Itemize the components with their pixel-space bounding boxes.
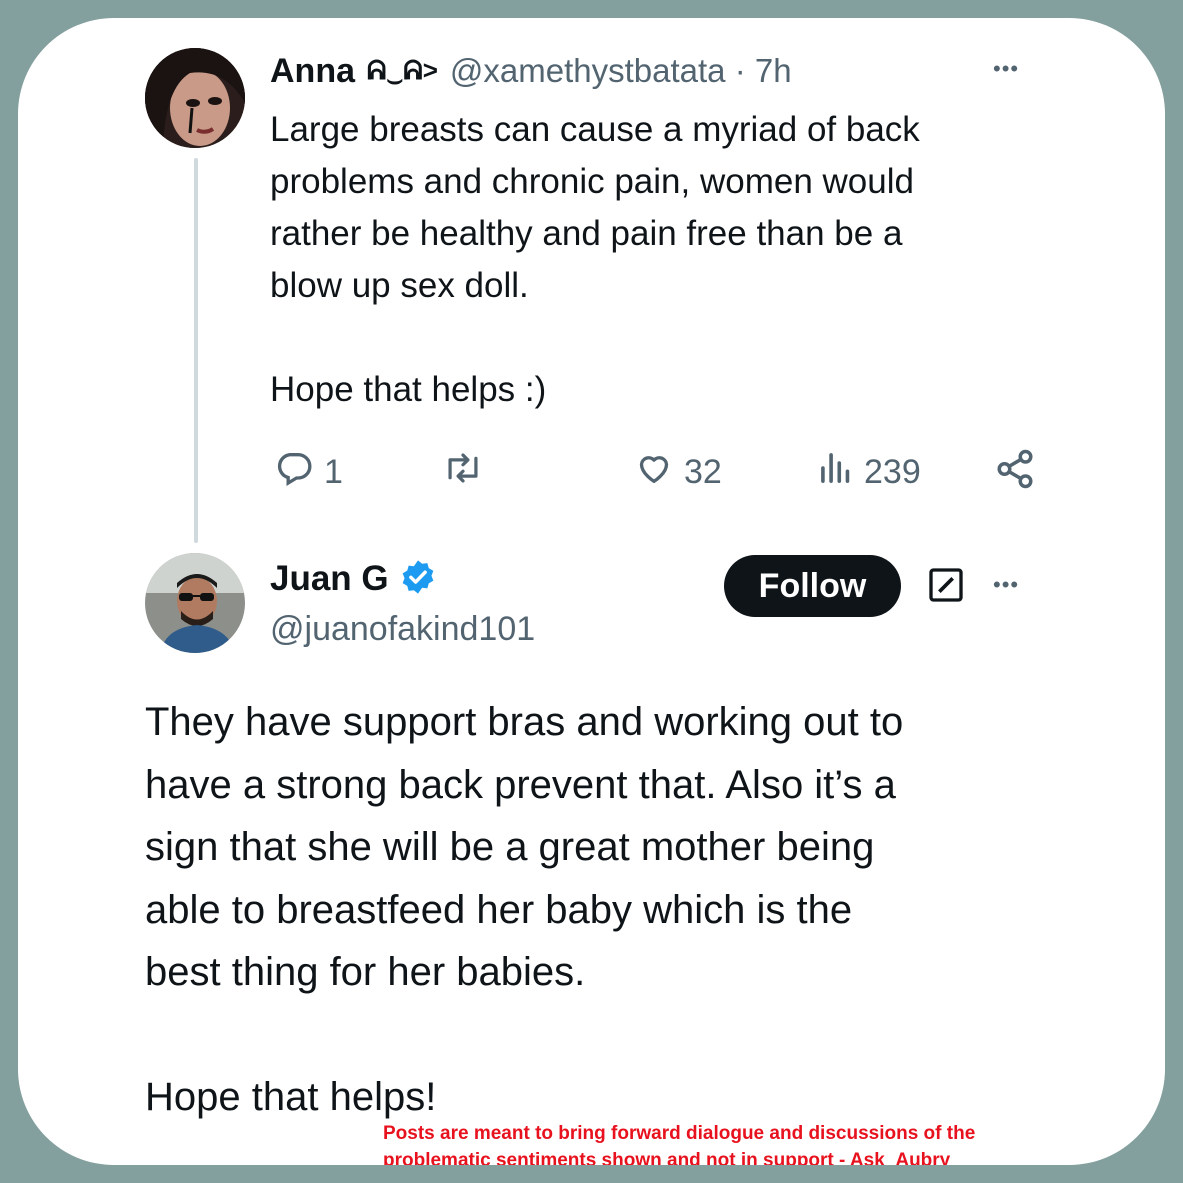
juan-more-icon[interactable]: ••• bbox=[993, 572, 1019, 598]
juan-handle[interactable]: @juanofakind101 bbox=[270, 610, 535, 649]
like-count: 32 bbox=[684, 453, 722, 491]
screenshot-card: Anna ᕱ‿ᕱ> @xamethystbatata · 7h ••• Larg… bbox=[18, 18, 1165, 1165]
share-icon bbox=[994, 448, 1036, 499]
views-count: 239 bbox=[864, 453, 921, 491]
disclaimer-line-2: problematic sentiments shown and not in … bbox=[383, 1150, 951, 1165]
like-action[interactable]: 32 bbox=[634, 448, 722, 497]
grok-icon[interactable] bbox=[926, 565, 966, 605]
disclaimer-line-1: Posts are meant to bring forward dialogu… bbox=[383, 1123, 976, 1144]
anna-handle-time[interactable]: @xamethystbatata · 7h bbox=[450, 52, 792, 90]
thread-connector-line bbox=[194, 158, 198, 543]
views-icon bbox=[818, 448, 854, 497]
retweet-action[interactable] bbox=[442, 448, 484, 497]
reply-action[interactable]: 1 bbox=[274, 448, 343, 497]
anna-tweet-text: Large breasts can cause a myriad of back… bbox=[270, 110, 920, 409]
anna-header: Anna ᕱ‿ᕱ> @xamethystbatata · 7h bbox=[270, 48, 1070, 94]
follow-button[interactable]: Follow bbox=[724, 555, 901, 617]
reply-icon bbox=[274, 448, 314, 497]
share-action[interactable] bbox=[994, 448, 1036, 499]
reply-count: 1 bbox=[324, 453, 343, 491]
disclaimer-overlay: Posts are meant to bring forward dialogu… bbox=[383, 1120, 1123, 1165]
like-icon bbox=[634, 448, 674, 497]
anna-avatar[interactable] bbox=[145, 48, 245, 148]
juan-name-row: Juan G bbox=[270, 556, 437, 602]
views-action[interactable]: 239 bbox=[818, 448, 921, 497]
juan-avatar[interactable] bbox=[145, 553, 245, 653]
retweet-icon bbox=[442, 448, 484, 497]
verified-badge-icon bbox=[399, 558, 437, 601]
anna-name-emoticon: ᕱ‿ᕱ> bbox=[367, 55, 438, 85]
juan-display-name[interactable]: Juan G bbox=[270, 559, 389, 599]
anna-more-icon[interactable]: ••• bbox=[993, 56, 1019, 82]
anna-display-name[interactable]: Anna bbox=[270, 52, 355, 91]
juan-tweet-text: They have support bras and working out t… bbox=[145, 700, 904, 1119]
